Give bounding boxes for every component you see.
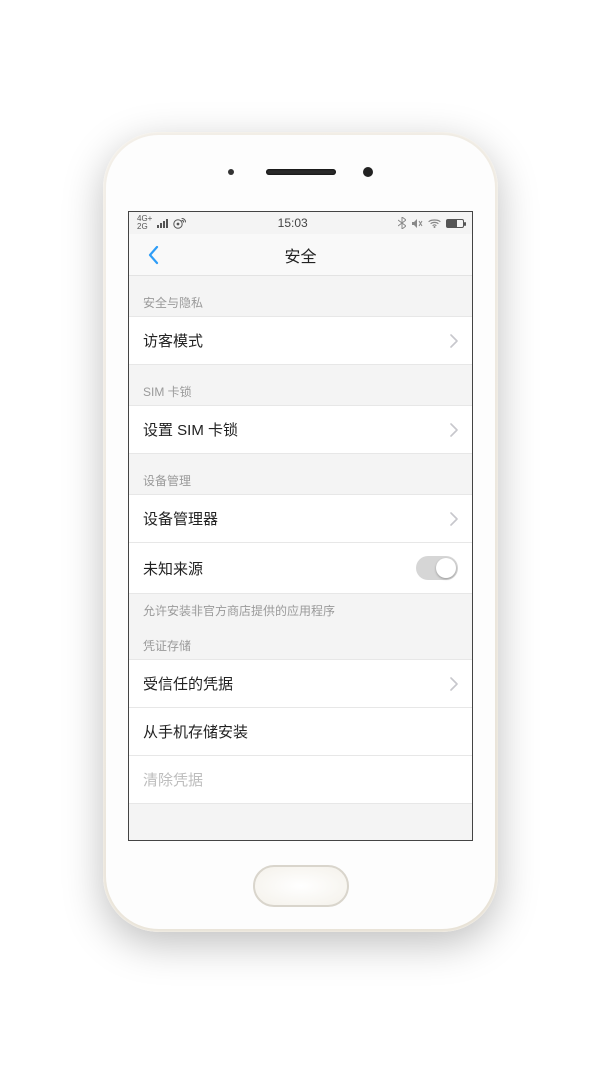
front-camera <box>363 167 373 177</box>
row-label: 从手机存储安装 <box>143 721 248 742</box>
row-label: 清除凭据 <box>143 769 203 790</box>
phone-body: 4G+ 2G 15:03 <box>106 135 495 929</box>
row-unknown-sources[interactable]: 未知来源 <box>129 542 472 594</box>
settings-list[interactable]: 安全与隐私 访客模式 SIM 卡锁 设置 SIM 卡锁 设备管理 设备管理 <box>129 276 472 840</box>
nav-header: 安全 <box>129 234 472 276</box>
phone-frame: 4G+ 2G 15:03 <box>103 132 498 932</box>
row-label: 设置 SIM 卡锁 <box>143 419 238 440</box>
section-label-privacy: 安全与隐私 <box>129 276 472 317</box>
bluetooth-icon <box>398 217 406 229</box>
section-label-sim: SIM 卡锁 <box>129 365 472 406</box>
row-sim-lock[interactable]: 设置 SIM 卡锁 <box>129 405 472 454</box>
row-label: 未知来源 <box>143 558 203 579</box>
mute-icon <box>411 218 423 229</box>
back-button[interactable] <box>137 234 169 275</box>
page-title: 安全 <box>284 243 316 267</box>
status-bar: 4G+ 2G 15:03 <box>129 212 472 234</box>
row-trusted-credentials[interactable]: 受信任的凭据 <box>129 659 472 708</box>
weibo-icon <box>173 217 187 229</box>
home-button[interactable] <box>253 865 349 907</box>
network-label: 4G+ 2G <box>137 215 152 231</box>
section-label-device: 设备管理 <box>129 454 472 495</box>
sensor-bar <box>106 157 495 187</box>
proximity-sensor <box>228 169 234 175</box>
row-install-from-storage[interactable]: 从手机存储安装 <box>129 707 472 756</box>
battery-icon <box>446 219 464 228</box>
row-label: 访客模式 <box>143 330 203 351</box>
chevron-right-icon <box>450 512 458 526</box>
chevron-right-icon <box>450 677 458 691</box>
chevron-left-icon <box>147 245 159 265</box>
chevron-right-icon <box>450 334 458 348</box>
chevron-right-icon <box>450 423 458 437</box>
toggle-knob <box>436 558 456 578</box>
row-guest-mode[interactable]: 访客模式 <box>129 316 472 365</box>
row-device-admin[interactable]: 设备管理器 <box>129 494 472 543</box>
row-label: 设备管理器 <box>143 508 218 529</box>
unknown-sources-description: 允许安装非官方商店提供的应用程序 <box>129 594 472 619</box>
unknown-sources-toggle[interactable] <box>416 556 458 580</box>
signal-bars-icon <box>157 219 168 228</box>
wifi-icon <box>428 218 441 228</box>
row-clear-credentials: 清除凭据 <box>129 755 472 804</box>
section-label-cred: 凭证存储 <box>129 619 472 660</box>
earpiece-speaker <box>266 169 336 175</box>
clock: 15:03 <box>278 216 308 230</box>
screen: 4G+ 2G 15:03 <box>128 211 473 841</box>
row-label: 受信任的凭据 <box>143 673 233 694</box>
